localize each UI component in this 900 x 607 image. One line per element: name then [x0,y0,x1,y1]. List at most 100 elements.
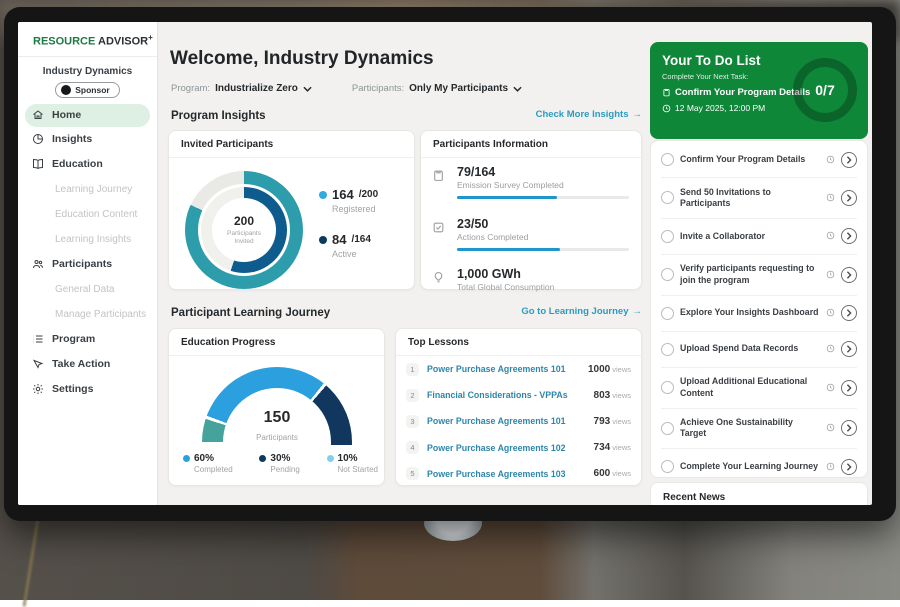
sidebar-item-learning-journey[interactable]: Learning Journey [18,177,157,202]
participants-filter-dropdown[interactable]: Participants: Only My Participants [352,83,522,94]
invited-donut-inner-ring: 200 Participants Invited [201,187,287,273]
lesson-link[interactable]: Power Purchase Agreements 101 [427,416,594,426]
sidebar-item-label: Education [52,158,103,170]
task-checkbox[interactable] [661,268,674,281]
lesson-row[interactable]: 2 Financial Considerations - VPPAs 803vi… [396,382,641,408]
home-icon [32,109,44,121]
chevron-right-button[interactable] [841,380,857,396]
logo-plus: + [148,33,153,42]
task-checkbox[interactable] [661,230,674,243]
sidebar-item-label: Education Content [55,209,137,220]
chevron-right-button[interactable] [841,267,857,283]
check-more-insights-link[interactable]: Check More Insights → [536,109,642,120]
task-checkbox[interactable] [661,343,674,356]
sidebar-item-label: Insights [52,133,92,145]
progress-bar [457,196,629,199]
chevron-down-icon [303,86,312,92]
survey-clipboard-icon [432,169,445,182]
sidebar-item-manage-participants[interactable]: Manage Participants [18,302,157,327]
chevron-right-button[interactable] [841,341,857,357]
task-checkbox[interactable] [661,191,674,204]
sidebar-item-settings[interactable]: Settings [18,377,157,402]
logo-secondary: ADVISOR [98,36,148,48]
lesson-row[interactable]: 4 Power Purchase Agreements 102 734views [396,435,641,461]
check-more-insights-label: Check More Insights [536,109,629,120]
lesson-views: 600views [594,468,631,479]
sponsor-badge[interactable]: Sponsor [55,82,119,98]
task-row-upload-spend-data[interactable]: Upload Spend Data Records [661,332,857,368]
app-logo: RESOURCE ADVISOR+ [18,22,157,57]
stat-label: Emission Survey Completed [457,180,629,190]
chevron-right-button[interactable] [841,305,857,321]
filter-bar: Program: Industrialize Zero Participants… [171,83,522,94]
sponsor-badge-label: Sponsor [75,85,109,95]
chevron-right-button[interactable] [841,228,857,244]
lesson-row[interactable]: 3 Power Purchase Agreements 101 793views [396,408,641,434]
task-checkbox[interactable] [661,307,674,320]
task-checkbox[interactable] [661,153,674,166]
sidebar: RESOURCE ADVISOR+ Industry Dynamics Spon… [18,22,158,505]
go-to-learning-journey-link[interactable]: Go to Learning Journey → [521,306,642,317]
lightbulb-icon [432,271,445,284]
program-list-icon [32,333,44,345]
clock-icon [826,383,835,392]
sidebar-item-label: Learning Journey [55,184,132,195]
sidebar-item-participants[interactable]: Participants [18,252,157,277]
invited-count: 200 [234,214,254,228]
chevron-right-button[interactable] [841,190,857,206]
gauge-count: 150 [202,409,352,427]
task-row-complete-learning-journey[interactable]: Complete Your Learning Journey [661,449,857,478]
stat-value: 23/50 [457,217,629,231]
insights-icon [32,133,44,145]
clock-icon [826,308,835,317]
education-icon [32,158,44,170]
active-label: Active [332,249,378,259]
arrow-right-icon: → [633,109,643,120]
task-row-verify-participants[interactable]: Verify participants requesting to join t… [661,255,857,296]
settings-gear-icon [32,383,44,395]
task-row-send-invitations[interactable]: Send 50 Invitations to Participants [661,178,857,219]
gauge-legend: 60% Completed 30% Pending 10% Not Starte… [183,453,378,474]
task-row-confirm-program[interactable]: Confirm Your Program Details [661,142,857,178]
task-row-explore-insights[interactable]: Explore Your Insights Dashboard [661,296,857,332]
sidebar-item-label: General Data [55,284,114,295]
recent-news-card: Recent News [650,482,868,505]
sidebar-item-education-content[interactable]: Education Content [18,202,157,227]
sidebar-item-take-action[interactable]: Take Action [18,352,157,377]
legend-dot [319,191,327,199]
sidebar-item-label: Manage Participants [55,309,146,320]
lesson-link[interactable]: Financial Considerations - VPPAs [427,390,594,400]
monitor-bezel: RESOURCE ADVISOR+ Industry Dynamics Spon… [4,7,896,521]
lesson-rank: 5 [406,467,419,480]
registered-label: Registered [332,204,378,214]
chevron-right-button[interactable] [841,420,857,436]
sidebar-item-home[interactable]: Home [25,104,150,127]
sidebar-item-education[interactable]: Education [18,152,157,177]
program-filter-dropdown[interactable]: Program: Industrialize Zero [171,83,312,94]
task-checkbox[interactable] [661,381,674,394]
chevron-right-button[interactable] [841,152,857,168]
task-row-achieve-target[interactable]: Achieve One Sustainability Target [661,409,857,450]
active-value: 84 [332,232,346,247]
lesson-row[interactable]: 5 Power Purchase Agreements 103 600views [396,461,641,487]
sidebar-item-general-data[interactable]: General Data [18,277,157,302]
sidebar-item-insights[interactable]: Insights [18,127,157,152]
gauge-center: 150 Participants [202,443,352,445]
lesson-link[interactable]: Power Purchase Agreements 103 [427,469,594,479]
task-checkbox[interactable] [661,460,674,473]
lesson-row[interactable]: 1 Power Purchase Agreements 101 1000view… [396,356,641,382]
task-row-invite-collaborator[interactable]: Invite a Collaborator [661,219,857,255]
participants-filter-label: Participants: [352,83,404,94]
clock-icon [662,104,671,113]
stat-consumption: 1,000 GWh Total Global Consumption [431,267,629,292]
sidebar-item-program[interactable]: Program [18,327,157,352]
lesson-link[interactable]: Power Purchase Agreements 102 [427,443,594,453]
task-row-upload-educational-content[interactable]: Upload Additional Educational Content [661,368,857,409]
clock-icon [826,270,835,279]
chevron-right-button[interactable] [841,459,857,475]
sidebar-item-learning-insights[interactable]: Learning Insights [18,227,157,252]
lesson-link[interactable]: Power Purchase Agreements 101 [427,364,588,374]
page-title: Welcome, Industry Dynamics [170,48,434,70]
sidebar-item-label: Program [52,333,95,345]
task-checkbox[interactable] [661,422,674,435]
